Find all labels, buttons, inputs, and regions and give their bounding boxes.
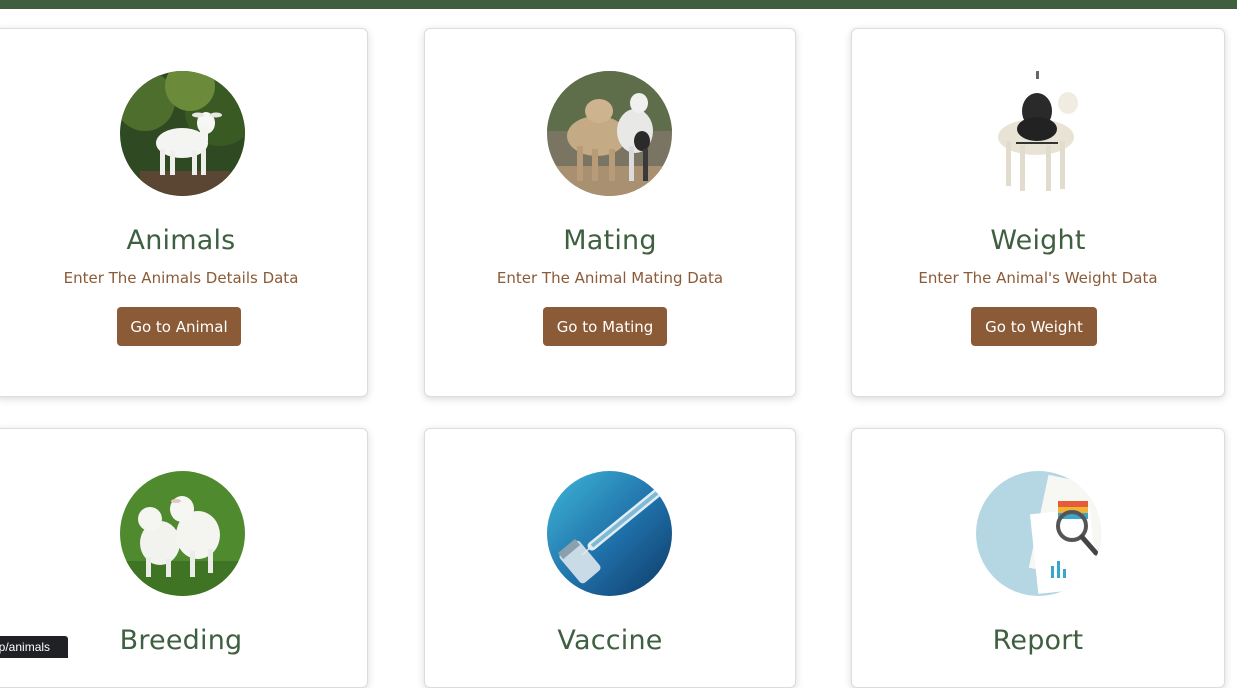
status-url-text: pp/animals [0, 640, 51, 654]
card-vaccine: Vaccine [424, 428, 796, 688]
vaccine-image [547, 471, 672, 596]
weight-image [976, 71, 1101, 196]
card-animals: Animals Enter The Animals Details Data G… [0, 28, 368, 397]
mating-image [547, 71, 672, 196]
go-to-mating-button[interactable]: Go to Mating [543, 307, 667, 346]
card-weight: Weight Enter The Animal's Weight Data Go… [851, 28, 1225, 397]
go-to-animal-button[interactable]: Go to Animal [117, 307, 241, 346]
animals-image [120, 71, 245, 196]
report-image [976, 471, 1101, 596]
top-navbar-strip [0, 0, 1237, 9]
go-to-weight-button[interactable]: Go to Weight [971, 307, 1097, 346]
breeding-image [120, 471, 245, 596]
card-mating: Mating Enter The Animal Mating Data Go t… [424, 28, 796, 397]
link-status-tooltip: pp/animals [0, 636, 68, 658]
card-report: Report [851, 428, 1225, 688]
card-title: Report [992, 625, 1084, 656]
card-title: Animals [126, 225, 236, 256]
card-description: Enter The Animal's Weight Data [918, 269, 1158, 287]
card-title: Vaccine [557, 625, 663, 656]
card-title: Weight [990, 225, 1086, 256]
card-description: Enter The Animal Mating Data [496, 269, 724, 287]
card-description: Enter The Animals Details Data [63, 269, 299, 287]
card-title: Mating [563, 225, 657, 256]
